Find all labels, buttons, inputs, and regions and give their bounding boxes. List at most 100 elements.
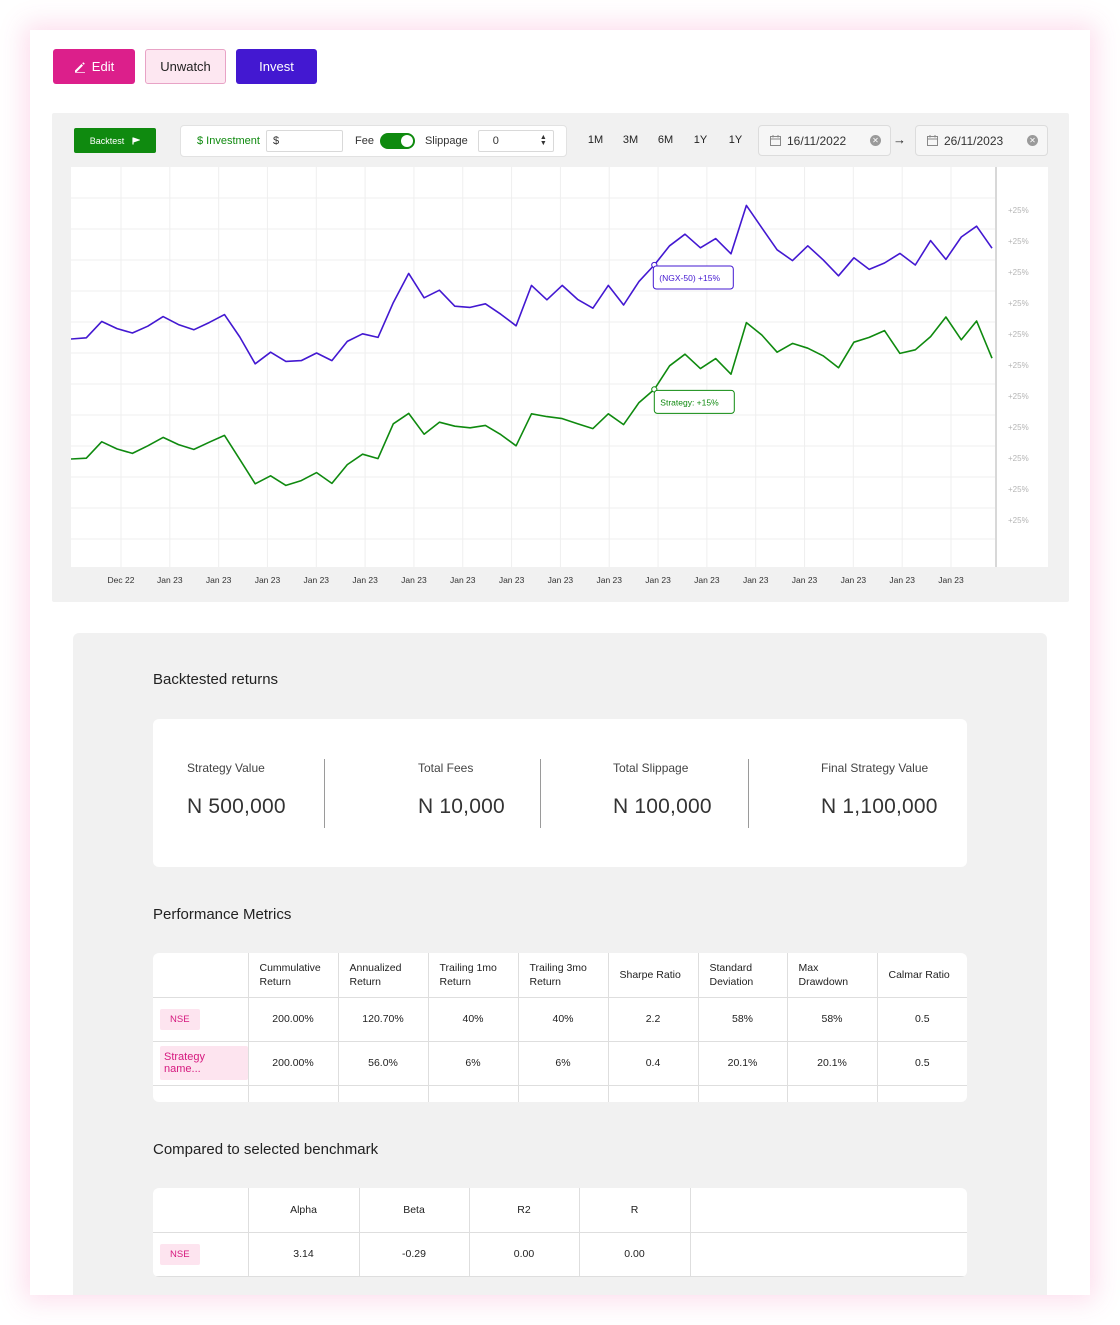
table-cell: 6% [517, 1041, 608, 1086]
fee-label: Fee [354, 135, 374, 147]
x-tick-label: Jan 23 [449, 575, 476, 585]
table-cell [876, 1085, 967, 1102]
end-date-field[interactable]: 26/11/2023 ✕ [915, 125, 1048, 156]
range-1y[interactable]: 1Y [683, 134, 718, 146]
table-cell [607, 1085, 698, 1102]
column-header: Cummulative Return [247, 953, 338, 998]
column-header: Annualized Return [337, 953, 428, 998]
edit-label: Edit [91, 59, 115, 74]
slippage-value: 0 [492, 135, 499, 147]
table-cell: 58% [697, 997, 787, 1042]
range-1m[interactable]: 1M [578, 134, 613, 146]
x-tick-label: Jan 23 [742, 575, 769, 585]
table-cell: 40% [427, 997, 518, 1042]
table-cell: 0.00 [578, 1232, 690, 1277]
table-cell: 20.1% [697, 1041, 787, 1086]
divider [540, 759, 541, 828]
spinner-arrows-icon[interactable]: ▲ ▼ [540, 134, 547, 147]
divider [748, 759, 749, 828]
x-tick-label: Jan 23 [694, 575, 720, 585]
end-date-value: 26/11/2023 [944, 133, 1004, 148]
table-cell [689, 1232, 967, 1277]
table-cell: 58% [786, 997, 877, 1042]
tooltip-label: Strategy: +15% [660, 397, 719, 407]
summary-label: Total Slippage [613, 761, 689, 775]
summary-total-slippage: Total Slippage N 100,000 [613, 761, 712, 819]
range-6m[interactable]: 6M [648, 134, 683, 146]
line-chart[interactable]: +25% +25% +25% +25% +25% +25% +25% +25% +25% +25%… [71, 167, 1048, 567]
chart-toolbar: Backtest $ Investment $ Fee Slippage 0 ▲… [52, 113, 1069, 167]
row-label-cell: NSE [153, 1232, 248, 1277]
column-header: Standard Deviation [697, 953, 787, 998]
y-tick-label: +25% [1008, 299, 1029, 308]
backtested-summary-card: Strategy Value N 500,000 Total Fees N 10… [153, 719, 967, 867]
column-header: Max Drawdown [786, 953, 877, 998]
start-date-field[interactable]: 16/11/2022 ✕ [758, 125, 891, 156]
summary-value: N 10,000 [418, 795, 505, 818]
investment-label: $ Investment [197, 135, 260, 147]
column-header [153, 953, 248, 998]
strategy-tag[interactable]: Strategy name... [160, 1046, 248, 1080]
table-cell: 120.70% [337, 997, 428, 1042]
pencil-icon [74, 61, 85, 73]
table-cell [247, 1085, 338, 1102]
clear-icon[interactable]: ✕ [870, 135, 881, 146]
summary-final-value: Final Strategy Value N 1,100,000 [821, 761, 938, 819]
calendar-icon [770, 135, 781, 146]
column-header: Sharpe Ratio [607, 953, 698, 998]
x-tick-label: Jan 23 [645, 575, 671, 585]
column-header [153, 1188, 248, 1233]
flag-icon [132, 136, 141, 144]
range-1y-alt[interactable]: 1Y [718, 134, 753, 146]
row-label-cell: NSE [153, 997, 248, 1042]
backtest-chart-panel: Backtest $ Investment $ Fee Slippage 0 ▲… [52, 113, 1069, 602]
x-axis: Dec 22 Jan 23 Jan 23 Jan 23 Jan 23 Jan 23 Jan … [71, 575, 1031, 589]
benchmark-tag[interactable]: NSE [160, 1008, 200, 1030]
edit-button[interactable]: Edit [53, 49, 135, 84]
x-tick-label: Jan 23 [889, 575, 915, 585]
y-tick-label: +25% [1008, 423, 1029, 432]
table-cell: 3.14 [247, 1232, 359, 1277]
x-tick-label: Jan 23 [157, 575, 183, 585]
summary-value: N 1,100,000 [821, 795, 938, 818]
tooltip-label: (NGX-50) +15% [659, 273, 720, 283]
x-tick-label: Jan 23 [303, 575, 330, 585]
table-row: NSE 3.14 -0.29 0.00 0.00 [153, 1232, 967, 1277]
backtest-button[interactable]: Backtest [74, 128, 156, 153]
column-header: R [578, 1188, 690, 1233]
invest-button[interactable]: Invest [236, 49, 317, 84]
slippage-label: Slippage [424, 135, 468, 147]
x-tick-label: Jan 23 [205, 575, 232, 585]
table-cell [517, 1085, 608, 1102]
page-frame: Edit Unwatch Invest Backtest $ Investmen… [30, 30, 1090, 1295]
summary-label: Strategy Value [187, 761, 265, 775]
unwatch-button[interactable]: Unwatch [145, 49, 226, 84]
column-header: R2 [468, 1188, 579, 1233]
clear-icon[interactable]: ✕ [1027, 135, 1038, 146]
table-cell: 20.1% [786, 1041, 877, 1086]
range-3m[interactable]: 3M [613, 134, 648, 146]
stats-panel: Backtested returns Strategy Value N 500,… [73, 633, 1047, 1295]
benchmark-table: Alpha Beta R2 R NSE 3.14 -0.29 0.00 0.00 [153, 1188, 967, 1277]
x-tick-label: Jan 23 [547, 575, 574, 585]
column-header: Alpha [247, 1188, 359, 1233]
row-label-cell: Strategy name... [153, 1041, 248, 1086]
y-tick-label: +25% [1008, 361, 1029, 370]
y-tick-label: +25% [1008, 454, 1029, 463]
benchmark-tag[interactable]: NSE [160, 1243, 200, 1265]
slippage-stepper[interactable]: 0 ▲ ▼ [477, 130, 554, 152]
x-tick-label: Jan 23 [596, 575, 622, 585]
summary-label: Total Fees [418, 761, 474, 775]
summary-value: N 500,000 [187, 795, 286, 818]
y-tick-label: +25% [1008, 392, 1029, 401]
column-header: Beta [358, 1188, 469, 1233]
fee-toggle[interactable] [379, 133, 415, 149]
column-header: Trailing 3mo Return [517, 953, 608, 998]
table-cell: 200.00% [247, 997, 338, 1042]
table-cell: 6% [427, 1041, 518, 1086]
column-header: Trailing 1mo Return [427, 953, 518, 998]
y-tick-label: +25% [1008, 516, 1029, 525]
table-cell [427, 1085, 518, 1102]
table-cell: 0.5 [876, 997, 967, 1042]
investment-input[interactable]: $ [265, 130, 343, 152]
